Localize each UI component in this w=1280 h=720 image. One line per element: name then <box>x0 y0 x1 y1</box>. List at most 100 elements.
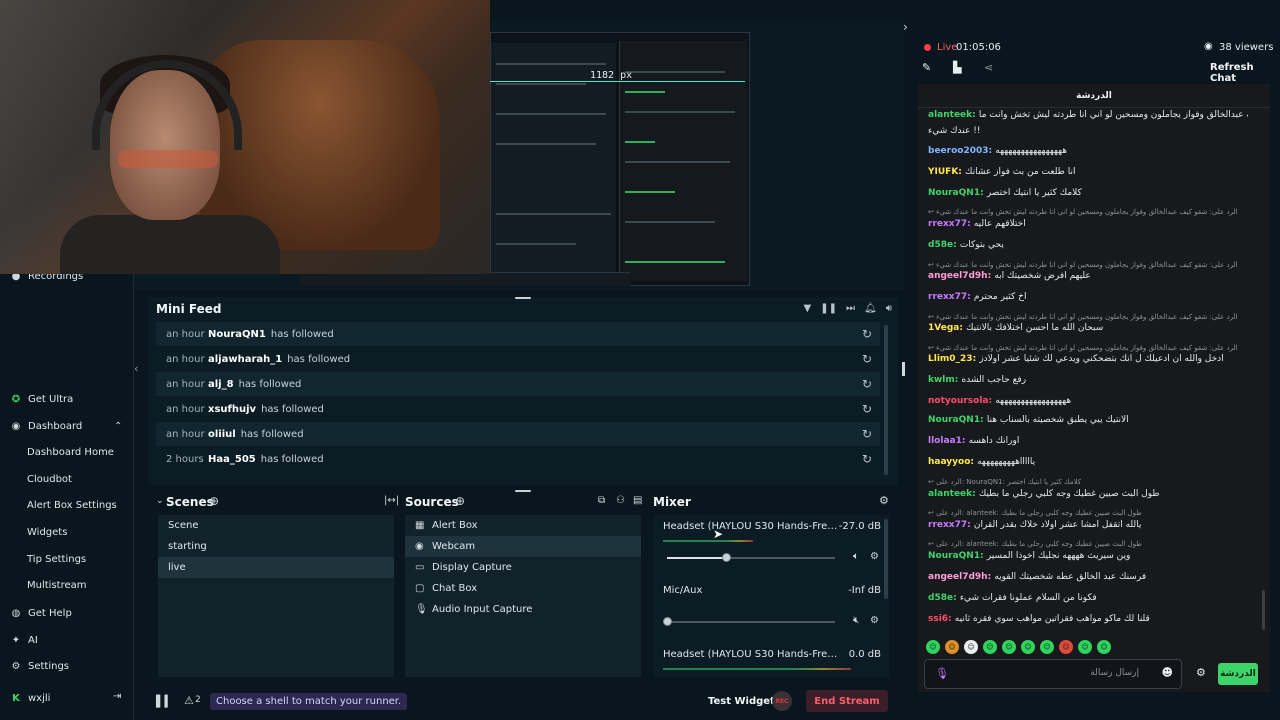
chat-username[interactable]: notyoursola: <box>928 396 995 406</box>
chat-username[interactable]: angeel7d9h: <box>928 271 994 281</box>
sidebar-item-ai[interactable]: ✦ AI <box>10 634 38 646</box>
chat-username[interactable]: rrexx77: <box>928 292 974 302</box>
chat-username[interactable]: haayyoo: <box>928 457 977 467</box>
end-stream-button[interactable]: End Stream <box>806 690 888 712</box>
volume-knob[interactable] <box>663 617 672 626</box>
sidebar-item-multistream[interactable]: Multistream <box>27 580 87 591</box>
volume-icon[interactable]: 🔊︎ <box>886 303 892 314</box>
scene-item[interactable]: starting <box>158 536 394 557</box>
emote-icon[interactable]: ☺ <box>983 640 997 654</box>
volume-knob[interactable] <box>722 553 731 562</box>
gear-icon[interactable]: ⚙ <box>1196 666 1206 679</box>
add-scene-icon[interactable]: ⊕ <box>209 494 219 508</box>
sidebar-item-settings[interactable]: ⚙ Settings <box>10 660 70 672</box>
skip-icon[interactable]: ⏭ <box>846 303 855 314</box>
emote-icon[interactable]: ☺ <box>945 640 959 654</box>
sidebar-item-get-help[interactable]: ◍ Get Help <box>10 607 72 619</box>
warning-icon[interactable]: ⚠ <box>184 694 194 707</box>
chat-username[interactable]: NouraQN1: <box>928 188 987 198</box>
resize-handle[interactable] <box>515 490 531 492</box>
chat-username[interactable]: 1Vega: <box>928 323 966 333</box>
add-source-icon[interactable]: ⊕ <box>455 494 465 508</box>
sidebar-item-dashboard-home[interactable]: Dashboard Home <box>27 447 114 458</box>
volume-slider[interactable] <box>667 621 835 623</box>
record-button[interactable]: REC <box>772 691 792 711</box>
stats-icon[interactable]: ▌▍ <box>156 695 173 708</box>
source-item[interactable]: ▭ Display Capture <box>405 557 641 578</box>
chat-scrollbar[interactable] <box>1262 590 1265 630</box>
chat-username[interactable]: alanteek: <box>928 489 979 499</box>
chat-username[interactable]: llolaa1: <box>928 436 969 446</box>
chat-username[interactable]: Llim0_23: <box>928 354 979 364</box>
share-icon[interactable]: ⋖ <box>984 61 993 74</box>
transition-icon[interactable]: |↔| <box>384 495 399 506</box>
mixer-scrollbar[interactable] <box>884 519 888 599</box>
source-item[interactable]: 🎙︎ Audio Input Capture <box>405 599 641 620</box>
replay-icon[interactable]: ↻ <box>862 327 872 341</box>
chat-username[interactable]: ssi6: <box>928 614 955 624</box>
chat-input[interactable]: 🎙︎ إرسال رسالة ☻ <box>924 659 1182 689</box>
tip-banner[interactable]: Choose a shell to match your runner. <box>210 693 408 710</box>
scene-item[interactable]: Scene <box>158 515 394 536</box>
chat-username[interactable]: YIUFK: <box>928 167 965 177</box>
gear-icon[interactable]: ⚙ <box>870 551 879 562</box>
user-profile[interactable]: K wxjli <box>10 692 50 704</box>
chat-username[interactable]: beeroo2003: <box>928 146 995 156</box>
mini-feed-scrollbar[interactable] <box>884 325 888 475</box>
emote-icon[interactable]: ☺ <box>1059 640 1073 654</box>
emote-icon[interactable]: ☺ <box>1021 640 1035 654</box>
emote-icon[interactable]: ☺ <box>926 640 940 654</box>
pause-icon[interactable]: ❚❚ <box>820 303 837 314</box>
group-icon[interactable]: ⚇ <box>616 495 625 506</box>
emote-icon[interactable]: ☺ <box>1002 640 1016 654</box>
chat-username[interactable]: angeel7d9h: <box>928 572 994 582</box>
resize-handle[interactable] <box>902 362 905 376</box>
folder-icon[interactable]: ▤ <box>633 495 642 506</box>
sidebar-item-cloudbot[interactable]: Cloudbot <box>27 474 72 485</box>
chat-username[interactable]: rrexx77: <box>928 219 974 229</box>
chat-send-button[interactable]: الدردشة <box>1218 663 1258 685</box>
gear-icon[interactable]: ⚙ <box>870 615 879 626</box>
resize-handle[interactable] <box>515 297 531 299</box>
chat-username[interactable]: NouraQN1: <box>928 415 987 425</box>
muted-speaker-icon[interactable]: 🔇︎ <box>853 615 859 626</box>
emote-icon[interactable]: ☺ <box>1097 640 1111 654</box>
sidebar-item-dashboard[interactable]: ◉ Dashboard <box>10 420 83 432</box>
replay-icon[interactable]: ↻ <box>862 352 872 366</box>
chat-username[interactable]: kwlm: <box>928 375 962 385</box>
scene-item-selected[interactable]: live <box>158 557 394 578</box>
emote-icon[interactable]: ☺ <box>1078 640 1092 654</box>
test-widgets-button[interactable]: Test Widgets <box>708 696 781 707</box>
replay-icon[interactable]: ↻ <box>862 402 872 416</box>
emote-icon[interactable]: ☺ <box>1040 640 1054 654</box>
emote-icon[interactable]: ☺ <box>964 640 978 654</box>
filter-icon[interactable]: ▼ <box>804 303 812 314</box>
sidebar-item-alert-box-settings[interactable]: Alert Box Settings <box>27 500 117 511</box>
clip-icon[interactable]: ▙ <box>953 61 961 74</box>
logout-icon[interactable]: ⇥ <box>113 691 121 702</box>
chat-username[interactable]: alanteek: <box>928 110 979 120</box>
gear-icon[interactable]: ⚙ <box>879 494 889 507</box>
layers-icon[interactable]: ⧉ <box>598 495 605 506</box>
mic-icon[interactable]: 🎙︎ <box>935 667 949 680</box>
collapse-sidebar-icon[interactable]: ‹ <box>134 362 146 376</box>
refresh-chat-button[interactable]: Refresh Chat <box>1210 62 1280 84</box>
sidebar-item-widgets[interactable]: Widgets <box>27 527 67 538</box>
sidebar-item-get-ultra[interactable]: ✪ Get Ultra <box>10 393 73 405</box>
chat-username[interactable]: d58e: <box>928 593 960 603</box>
chevron-down-icon[interactable]: ⌄ <box>156 496 164 506</box>
source-item[interactable]: ▢ Chat Box <box>405 578 641 599</box>
edit-icon[interactable]: ✎ <box>922 61 931 74</box>
emoji-icon[interactable]: ☻ <box>1162 666 1173 679</box>
speaker-icon[interactable]: 🔈︎ <box>853 551 859 562</box>
chat-username[interactable]: NouraQN1: <box>928 551 987 561</box>
replay-icon[interactable]: ↻ <box>862 452 872 466</box>
source-item[interactable]: ▦ Alert Box <box>405 515 641 536</box>
sidebar-item-tip-settings[interactable]: Tip Settings <box>27 554 86 565</box>
chat-username[interactable]: d58e: <box>928 240 960 250</box>
chat-username[interactable]: rrexx77: <box>928 520 974 530</box>
source-item-selected[interactable]: ◉ Webcam <box>405 536 641 557</box>
bell-icon[interactable]: 🔔︎ <box>864 303 877 314</box>
chevron-up-icon[interactable]: ⌃ <box>114 421 122 432</box>
replay-icon[interactable]: ↻ <box>862 427 872 441</box>
